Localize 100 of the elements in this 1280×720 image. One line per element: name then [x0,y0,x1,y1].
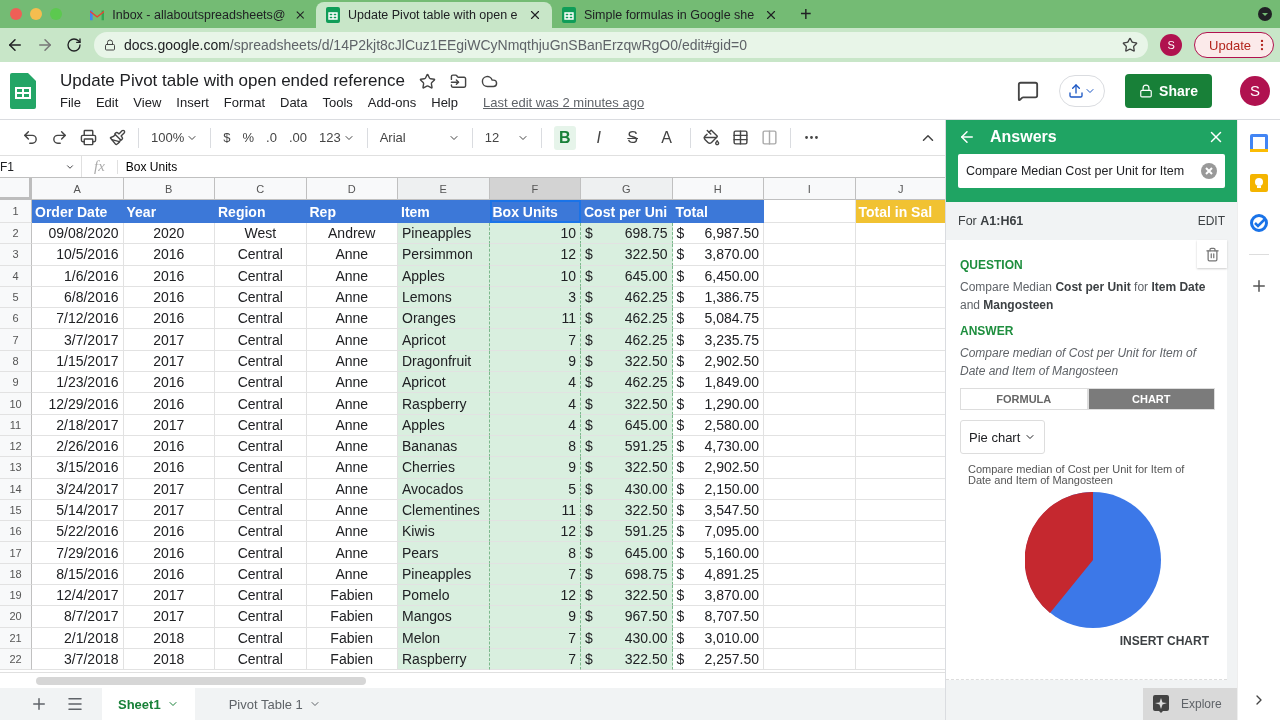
menu-item[interactable]: Data [280,95,308,110]
close-icon[interactable] [528,8,542,22]
merge-cells-icon[interactable] [760,129,778,146]
profile-avatar[interactable]: S [1160,34,1183,56]
move-folder-icon[interactable] [449,72,467,90]
row-number[interactable]: 5 [0,286,32,309]
reload-icon[interactable] [66,37,82,53]
row-number[interactable]: 10 [0,393,32,415]
menu-item[interactable]: View [133,95,162,110]
format-button[interactable]: .00 [288,130,307,145]
chart-type-dropdown[interactable]: Pie chart [960,420,1046,454]
print-icon[interactable] [80,129,97,146]
document-title[interactable]: Update Pivot table with open ended reference [60,71,405,91]
row-number[interactable]: 4 [0,265,32,287]
row-number[interactable]: 19 [0,585,32,607]
row-number[interactable]: 20 [0,606,32,628]
menu-item[interactable]: Insert [176,95,209,110]
menu-item[interactable]: File [60,95,81,110]
menu-item[interactable]: Edit [95,95,119,110]
menu-item[interactable]: Format [223,95,265,110]
redo-icon[interactable] [51,129,68,146]
add-addon-icon[interactable] [1250,277,1268,295]
row-number[interactable]: 17 [0,542,32,564]
column-header[interactable]: G [581,178,673,200]
row-number[interactable]: 14 [0,478,32,500]
column-header[interactable]: D [306,178,398,200]
menu-item[interactable]: Add-ons [367,95,417,110]
clear-icon[interactable] [1201,163,1217,179]
column-header[interactable]: B [123,178,215,200]
column-header[interactable]: H [672,178,764,200]
update-button[interactable]: Update [1194,32,1274,58]
row-number[interactable]: 7 [0,329,32,351]
close-icon[interactable] [764,8,778,22]
browser-tab[interactable]: Simple formulas in Google she [552,2,788,28]
row-number[interactable]: 2 [0,223,32,245]
last-edit-link[interactable]: Last edit was 2 minutes ago [483,95,645,110]
bookmark-star-icon[interactable] [1122,37,1139,53]
browser-tab[interactable]: Inbox - allaboutspreadsheets@ [80,2,316,28]
row-number[interactable]: 3 [0,244,32,266]
star-icon[interactable] [418,72,436,90]
row-number[interactable]: 8 [0,350,32,373]
row-number[interactable]: 16 [0,521,32,543]
calendar-icon[interactable] [1250,134,1268,152]
answer-tab[interactable]: CHART [1087,388,1215,410]
share-button[interactable]: Share [1125,73,1212,108]
column-header[interactable]: E [398,178,490,200]
tasks-icon[interactable] [1250,214,1268,232]
column-header[interactable]: J [855,178,945,200]
sheets-logo-icon[interactable] [10,72,36,109]
format-button[interactable]: % [242,130,255,145]
menu-item[interactable]: Tools [322,95,353,110]
back-icon[interactable] [6,36,24,54]
row-number[interactable]: 15 [0,499,32,522]
comments-icon[interactable] [1017,79,1040,102]
insert-chart-button[interactable]: INSERT CHART [1119,634,1209,648]
format-button[interactable]: $ [223,130,231,145]
fill-color-icon[interactable] [702,129,720,146]
name-box[interactable]: F1 [0,156,82,177]
column-header[interactable]: F [489,178,581,200]
explore-button[interactable]: Explore [1143,688,1237,720]
column-header[interactable]: I [764,178,856,200]
sheet-tab[interactable]: Sheet1 [102,688,195,720]
column-header[interactable]: C [215,178,307,200]
style-button[interactable]: B [553,125,576,150]
menu-item[interactable]: Help [431,95,458,110]
format-button[interactable]: .0 [266,130,277,145]
edit-button[interactable]: EDIT [1197,214,1225,228]
add-sheet-icon[interactable] [30,695,48,713]
borders-icon[interactable] [731,129,749,146]
sheet-tab[interactable]: Pivot Table 1 [212,688,337,720]
undo-icon[interactable] [22,129,39,146]
column-header[interactable]: A [32,178,124,200]
row-number[interactable]: 1 [0,200,32,223]
answer-tab[interactable]: FORMULA [960,388,1088,410]
format-button[interactable]: 123 [318,130,355,145]
question-field[interactable]: Compare Median Cost per Unit for Item [958,154,1225,188]
row-number[interactable]: 12 [0,435,32,458]
font-size-dropdown[interactable]: 12 [484,130,529,145]
all-sheets-icon[interactable] [66,695,84,713]
row-number[interactable]: 18 [0,563,32,586]
new-tab-button[interactable]: + [788,2,824,26]
tab-search-icon[interactable] [1258,7,1272,21]
row-number[interactable]: 22 [0,648,32,671]
forward-icon[interactable] [36,36,54,54]
row-number[interactable]: 6 [0,308,32,330]
row-number[interactable]: 9 [0,372,32,394]
row-number[interactable]: 11 [0,414,32,436]
account-avatar[interactable]: S [1240,75,1270,106]
browser-tab[interactable]: Update Pivot table with open e [316,2,552,28]
horizontal-scrollbar[interactable] [36,676,366,685]
row-number[interactable]: 21 [0,627,32,649]
formula-input[interactable]: Box Units [116,159,178,174]
style-button[interactable]: I [587,125,610,150]
style-button[interactable]: A [655,125,678,150]
style-button[interactable]: S [621,125,644,150]
row-number[interactable]: 13 [0,457,32,479]
paint-format-icon[interactable] [109,129,126,146]
font-dropdown[interactable]: Arial [379,130,460,145]
zoom-dropdown[interactable]: 100% [151,130,199,145]
address-bar[interactable]: docs.google.com/spreadsheets/d/14P2kjt8cJlCuz1EEgiWCyNmqthjuGnSBanErzqwRgO0/edit#gid=0 [94,32,1149,58]
